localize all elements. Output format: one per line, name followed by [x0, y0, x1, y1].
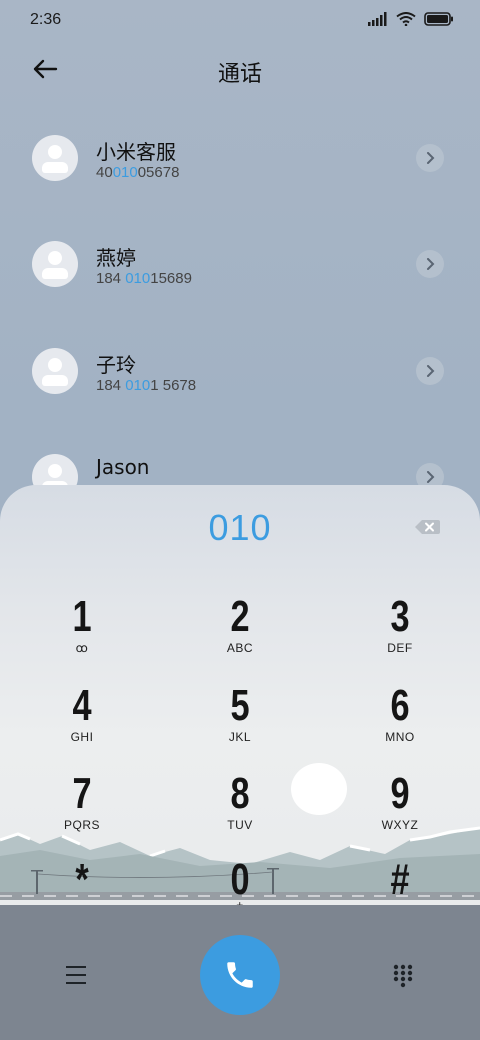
page-title: 通话 [217, 62, 262, 87]
status-time: 2:36 [30, 11, 62, 28]
battery-icon [424, 12, 453, 26]
contact-number: 184 01015689 [96, 270, 192, 287]
dial-key-1[interactable]: 1ꝏ [12, 595, 152, 675]
chevron-right-icon [427, 258, 435, 270]
bottom-action-bar [0, 905, 480, 1040]
status-icons [368, 12, 454, 26]
call-button[interactable] [200, 935, 280, 1015]
chevron-right-icon [427, 471, 435, 483]
chevron-right-icon [427, 152, 435, 164]
dial-key-5[interactable]: 5 JKL [170, 684, 310, 764]
dialpad-icon[interactable] [392, 963, 414, 989]
contact-name: 子玲 [96, 353, 136, 377]
dial-key-3[interactable]: 3 DEF [330, 595, 470, 675]
status-bar: 2:36 [0, 0, 480, 40]
wifi-icon [396, 12, 416, 26]
menu-icon[interactable] [64, 963, 88, 987]
dial-key-4[interactable]: 4 GHI [12, 684, 152, 764]
avatar [32, 348, 78, 394]
contact-name: Jason [96, 455, 150, 479]
contact-item[interactable]: 燕婷 184 01015689 [0, 218, 480, 308]
avatar [32, 135, 78, 181]
signal-icon [368, 12, 387, 26]
dial-key-2[interactable]: 2 ABC [170, 595, 310, 675]
contact-detail-button[interactable] [416, 144, 444, 172]
contact-detail-button[interactable] [416, 357, 444, 385]
dialed-number: 010 [208, 507, 272, 548]
contact-number: 4001005678 [96, 164, 180, 181]
phone-icon [227, 962, 253, 988]
contact-item[interactable]: 子玲 184 0101 5678 [0, 325, 480, 415]
touch-indicator [291, 763, 347, 815]
contact-detail-button[interactable] [416, 250, 444, 278]
contact-item[interactable]: 小米客服 4001005678 [0, 112, 480, 202]
avatar [32, 241, 78, 287]
contact-name: 燕婷 [96, 246, 136, 270]
contact-name: 小米客服 [96, 140, 176, 164]
backspace-icon[interactable] [414, 519, 440, 535]
voicemail-icon: ꝏ [75, 641, 89, 655]
header: 通话 [0, 44, 480, 98]
contact-number: 184 0101 5678 [96, 377, 197, 394]
chevron-right-icon [427, 365, 435, 377]
dial-key-6[interactable]: 6 MNO [330, 684, 470, 764]
